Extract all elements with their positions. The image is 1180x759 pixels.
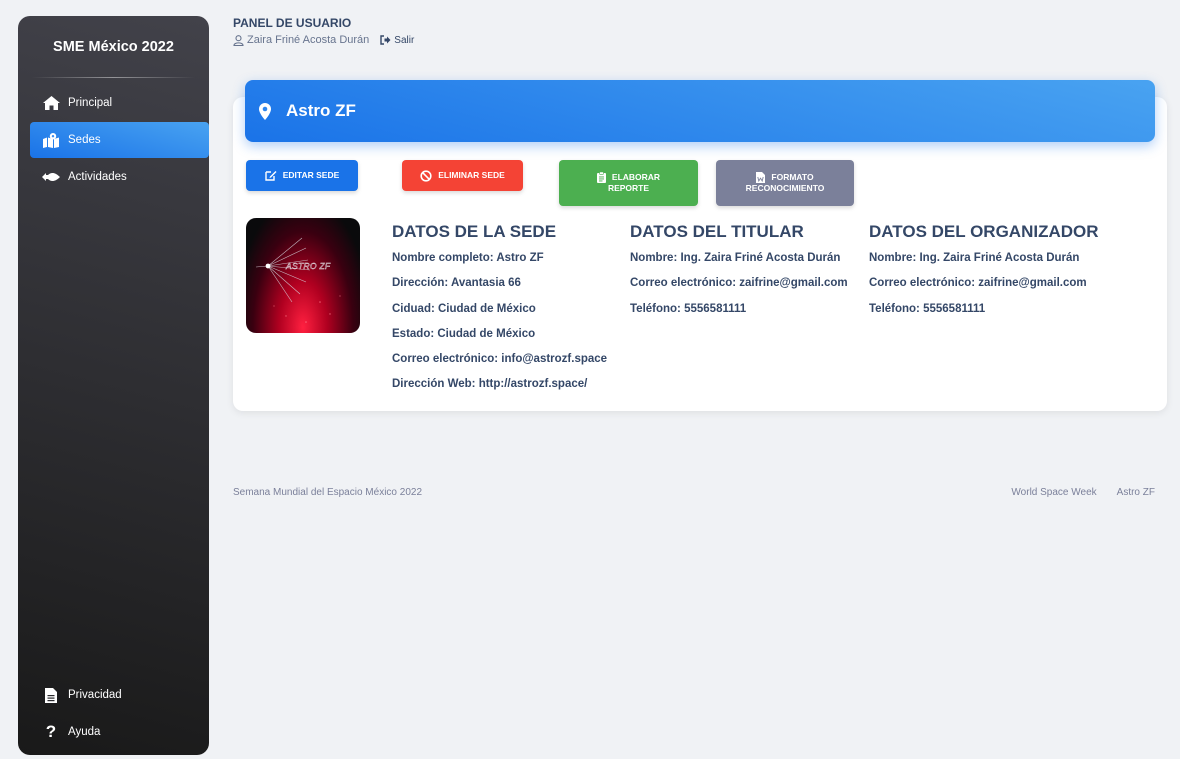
make-report-label-1: ELABORAR	[611, 172, 661, 182]
user-name: Zaira Friné Acosta Durán	[247, 34, 370, 46]
map-icon	[42, 132, 60, 148]
venue-city: Ciduad: Ciudad de México	[392, 302, 536, 315]
page-header: PANEL DE USUARIO Zaira Friné Acosta Durá…	[233, 16, 414, 46]
make-report-button[interactable]: ELABORAR REPORTE	[559, 160, 698, 206]
venue-logo-text: ASTRO ZF	[285, 261, 331, 271]
question-icon: ?	[45, 722, 57, 741]
venue-card-header: Astro ZF	[245, 80, 1155, 142]
footer-link-world-space-week[interactable]: World Space Week	[1011, 487, 1096, 498]
home-icon	[42, 95, 60, 111]
sidebar-item-ayuda[interactable]: ? Ayuda	[30, 714, 209, 750]
sidebar-nav: Principal Sedes Actividades	[30, 85, 209, 196]
clipboard-icon	[596, 172, 606, 183]
organizer-phone: Teléfono: 5556581111	[869, 302, 986, 315]
document-icon	[42, 687, 60, 703]
footer-text: Semana Mundial del Espacio México 2022	[233, 487, 422, 498]
delete-venue-button[interactable]: ELIMINAR SEDE	[402, 160, 523, 191]
page-title: PANEL DE USUARIO	[233, 16, 352, 30]
organizer-email: Correo electrónico: zaifrine@gmail.com	[869, 277, 1087, 290]
venue-logo: ASTRO ZF	[246, 218, 360, 333]
sidebar-item-label: Sedes	[68, 134, 101, 146]
holder-phone: Teléfono: 5556581111	[630, 302, 747, 315]
venue-website: Dirección Web: http://astrozf.space/	[392, 378, 588, 391]
sidebar-item-label: Privacidad	[68, 689, 122, 701]
edit-venue-label: EDITAR SEDE	[282, 170, 340, 180]
recognition-format-label-1: FORMATO	[771, 172, 814, 182]
organizer-data-section: DATOS DEL ORGANIZADOR Nombre: Ing. Zaira…	[869, 222, 1099, 326]
sidebar-item-label: Ayuda	[68, 726, 101, 738]
ban-icon	[420, 169, 432, 182]
venue-address: Dirección: Avantasia 66	[392, 277, 521, 290]
venue-state: Estado: Ciudad de México	[392, 327, 536, 340]
delete-venue-label: ELIMINAR SEDE	[438, 170, 505, 180]
brand-title[interactable]: SME México 2022	[18, 16, 209, 77]
venue-data-section: DATOS DE LA SEDE Nombre completo: Astro …	[392, 222, 607, 402]
sidebar-item-label: Principal	[68, 97, 113, 109]
map-pin-icon	[259, 102, 271, 120]
user-icon	[233, 34, 244, 46]
footer-link-astro-zf[interactable]: Astro ZF	[1117, 487, 1155, 498]
holder-email: Correo electrónico: zaifrine@gmail.com	[630, 277, 848, 290]
edit-icon	[265, 170, 277, 181]
venue-email: Correo electrónico: info@astrozf.space	[392, 353, 608, 366]
file-word-icon	[756, 172, 766, 183]
logout-link[interactable]: Salir	[380, 35, 414, 46]
recognition-format-button[interactable]: FORMATO RECONOCIMIENTO	[716, 160, 854, 206]
sidebar-item-actividades[interactable]: Actividades	[30, 159, 209, 195]
sidebar-item-label: Actividades	[68, 171, 127, 183]
logout-label: Salir	[394, 34, 415, 46]
venue-data-title: DATOS DE LA SEDE	[392, 222, 557, 241]
holder-data-section: DATOS DEL TITULAR Nombre: Ing. Zaira Fri…	[630, 222, 848, 326]
organizer-data-title: DATOS DEL ORGANIZADOR	[869, 222, 1099, 241]
sidebar-bottom-nav: Privacidad ? Ayuda	[30, 677, 209, 751]
recognition-format-label-2: RECONOCIMIENTO	[745, 183, 825, 193]
footer-links: World Space Week Astro ZF	[1011, 487, 1155, 498]
user-info: Zaira Friné Acosta Durán Salir	[233, 34, 414, 46]
brand-divider	[32, 77, 195, 78]
holder-data-title: DATOS DEL TITULAR	[630, 222, 804, 241]
logout-icon	[380, 35, 391, 45]
sidebar-item-principal[interactable]: Principal	[30, 85, 209, 121]
make-report-label-2: REPORTE	[607, 183, 650, 193]
venue-full-name: Nombre completo: Astro ZF	[392, 252, 544, 264]
edit-venue-button[interactable]: EDITAR SEDE	[246, 160, 358, 191]
holder-name: Nombre: Ing. Zaira Friné Acosta Durán	[630, 252, 841, 264]
sidebar-item-sedes[interactable]: Sedes	[30, 122, 209, 158]
rocket-icon	[42, 169, 60, 185]
sidebar: SME México 2022 Principal Sedes Activida…	[18, 16, 209, 755]
venue-name: Astro ZF	[286, 101, 356, 120]
organizer-name: Nombre: Ing. Zaira Friné Acosta Durán	[869, 252, 1080, 264]
sidebar-item-privacidad[interactable]: Privacidad	[30, 677, 209, 713]
